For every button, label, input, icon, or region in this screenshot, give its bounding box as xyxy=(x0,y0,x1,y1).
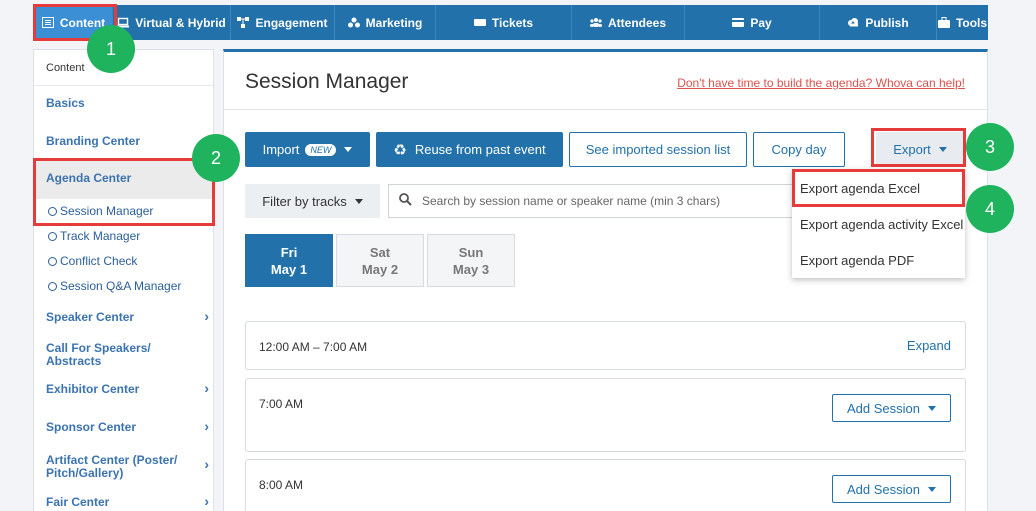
sidebar-item-fair[interactable]: Fair Center xyxy=(46,496,109,509)
add-session-button[interactable]: Add Session xyxy=(832,475,951,503)
nav-label: Virtual & Hybrid xyxy=(135,15,226,30)
time-slot-card: 12:00 AM – 7:00 AM Expand xyxy=(245,321,966,370)
search-input[interactable]: Search by session name or speaker name (… xyxy=(388,184,808,218)
reuse-button[interactable]: ♻ Reuse from past event xyxy=(376,132,563,167)
attendees-icon xyxy=(589,17,602,28)
nav-label: Engagement xyxy=(255,15,328,30)
sub-label: Conflict Check xyxy=(60,254,138,268)
filter-label: Filter by tracks xyxy=(262,193,347,209)
sidebar-item-sponsor[interactable]: Sponsor Center xyxy=(46,421,136,434)
nav-label: Marketing xyxy=(365,15,423,30)
sub-label: Session Q&A Manager xyxy=(60,279,182,293)
expand-link[interactable]: Expand xyxy=(907,338,951,353)
sidebar-subitem-session-qa[interactable]: Session Q&A Manager xyxy=(48,279,181,293)
day-date: May 3 xyxy=(452,261,490,277)
chevron-right-icon[interactable]: › xyxy=(204,493,209,509)
step-marker-4: 4 xyxy=(966,185,1014,233)
page-title: Session Manager xyxy=(245,70,409,93)
divider xyxy=(224,109,987,110)
circle-icon xyxy=(48,281,57,291)
highlight-box xyxy=(871,128,966,167)
sidebar-subitem-track-manager[interactable]: Track Manager xyxy=(48,229,140,243)
slot-time: 7:00 AM xyxy=(259,397,304,411)
reuse-label: Reuse from past event xyxy=(414,142,546,157)
day-date: May 1 xyxy=(270,261,308,277)
nav-publish[interactable]: Publish xyxy=(820,5,937,40)
sidebar: Content Basics Branding Center Agenda Ce… xyxy=(33,49,214,511)
sidebar-item-speaker[interactable]: Speaker Center xyxy=(46,311,134,324)
highlight-box xyxy=(33,158,215,226)
day-tab-sat[interactable]: Sat May 2 xyxy=(336,234,424,287)
import-label: Import xyxy=(262,142,300,157)
highlight-box xyxy=(792,169,965,207)
cfs-line2: Abstracts xyxy=(46,354,102,368)
filter-tracks-button[interactable]: Filter by tracks xyxy=(245,184,380,218)
circle-icon xyxy=(48,231,57,241)
add-session-button[interactable]: Add Session xyxy=(832,394,951,422)
cloud-upload-icon xyxy=(847,17,859,28)
see-imported-button[interactable]: See imported session list xyxy=(569,132,747,167)
sidebar-item-cfs[interactable]: Call For Speakers/ Abstracts xyxy=(46,342,151,368)
circle-icon xyxy=(48,256,57,266)
step-marker-3: 3 xyxy=(966,123,1014,171)
caret-down-icon xyxy=(928,405,936,411)
nav-label: Pay xyxy=(750,15,772,30)
nav-tools[interactable]: Tools xyxy=(937,5,988,40)
search-placeholder: Search by session name or speaker name (… xyxy=(422,194,721,208)
briefcase-icon xyxy=(937,17,950,28)
day-dow: Fri xyxy=(280,244,298,260)
sub-label: Track Manager xyxy=(60,229,141,243)
nav-label: Tools xyxy=(955,15,988,30)
step-marker-1: 1 xyxy=(87,25,135,73)
nav-label: Tickets xyxy=(491,15,534,30)
slot-time: 8:00 AM xyxy=(259,478,304,492)
nav-label: Attendees xyxy=(607,15,666,30)
day-tab-sun[interactable]: Sun May 3 xyxy=(427,234,515,287)
time-slot-card: 8:00 AM Add Session xyxy=(245,459,966,511)
day-dow: Sun xyxy=(458,244,484,260)
nav-attendees[interactable]: Attendees xyxy=(572,5,685,40)
help-link[interactable]: Don't have time to build the agenda? Who… xyxy=(677,76,965,90)
day-tab-fri[interactable]: Fri May 1 xyxy=(245,234,333,287)
sidebar-item-exhibitor[interactable]: Exhibitor Center xyxy=(46,383,139,396)
day-dow: Sat xyxy=(369,244,391,260)
nav-pay[interactable]: Pay xyxy=(685,5,820,40)
users-circle-icon xyxy=(347,17,360,28)
artifact-line2: Pitch/Gallery) xyxy=(46,466,124,480)
add-session-label: Add Session xyxy=(847,400,920,416)
time-slot-card: 7:00 AM Add Session xyxy=(245,378,966,452)
sidebar-item-branding[interactable]: Branding Center xyxy=(46,135,140,148)
day-date: May 2 xyxy=(361,261,399,277)
caret-down-icon xyxy=(354,198,363,204)
chevron-right-icon[interactable]: › xyxy=(204,308,209,324)
nav-engagement[interactable]: Engagement xyxy=(231,5,335,40)
sidebar-subitem-conflict-check[interactable]: Conflict Check xyxy=(48,254,137,268)
sidebar-item-basics[interactable]: Basics xyxy=(46,97,85,110)
nav-marketing[interactable]: Marketing xyxy=(335,5,436,40)
chevron-right-icon[interactable]: › xyxy=(204,418,209,434)
nav-label: Publish xyxy=(865,15,909,30)
export-agenda-pdf[interactable]: Export agenda PDF xyxy=(800,253,914,268)
sidebar-item-artifact[interactable]: Artifact Center (Poster/ Pitch/Gallery) xyxy=(46,454,177,480)
chevron-right-icon[interactable]: › xyxy=(204,380,209,396)
nav-tickets[interactable]: Tickets xyxy=(436,5,572,40)
add-session-label: Add Session xyxy=(847,481,920,497)
step-marker-2: 2 xyxy=(192,134,240,182)
card-icon xyxy=(732,17,745,28)
new-badge: NEW xyxy=(305,143,337,156)
import-button[interactable]: Import NEW xyxy=(245,132,370,167)
search-icon xyxy=(399,193,412,209)
recycle-icon: ♻ xyxy=(393,141,407,159)
copy-day-button[interactable]: Copy day xyxy=(753,132,845,167)
top-nav: Content Virtual & Hybrid Engagement Mark… xyxy=(35,5,988,40)
export-agenda-activity-excel[interactable]: Export agenda activity Excel xyxy=(800,217,963,232)
chevron-right-icon[interactable]: › xyxy=(204,456,209,472)
caret-down-icon xyxy=(344,147,353,152)
caret-down-icon xyxy=(928,486,936,492)
ticket-icon xyxy=(473,17,486,28)
network-icon xyxy=(237,17,250,28)
main-panel: Session Manager Don't have time to build… xyxy=(223,49,988,511)
slot-time: 12:00 AM – 7:00 AM xyxy=(259,340,368,354)
